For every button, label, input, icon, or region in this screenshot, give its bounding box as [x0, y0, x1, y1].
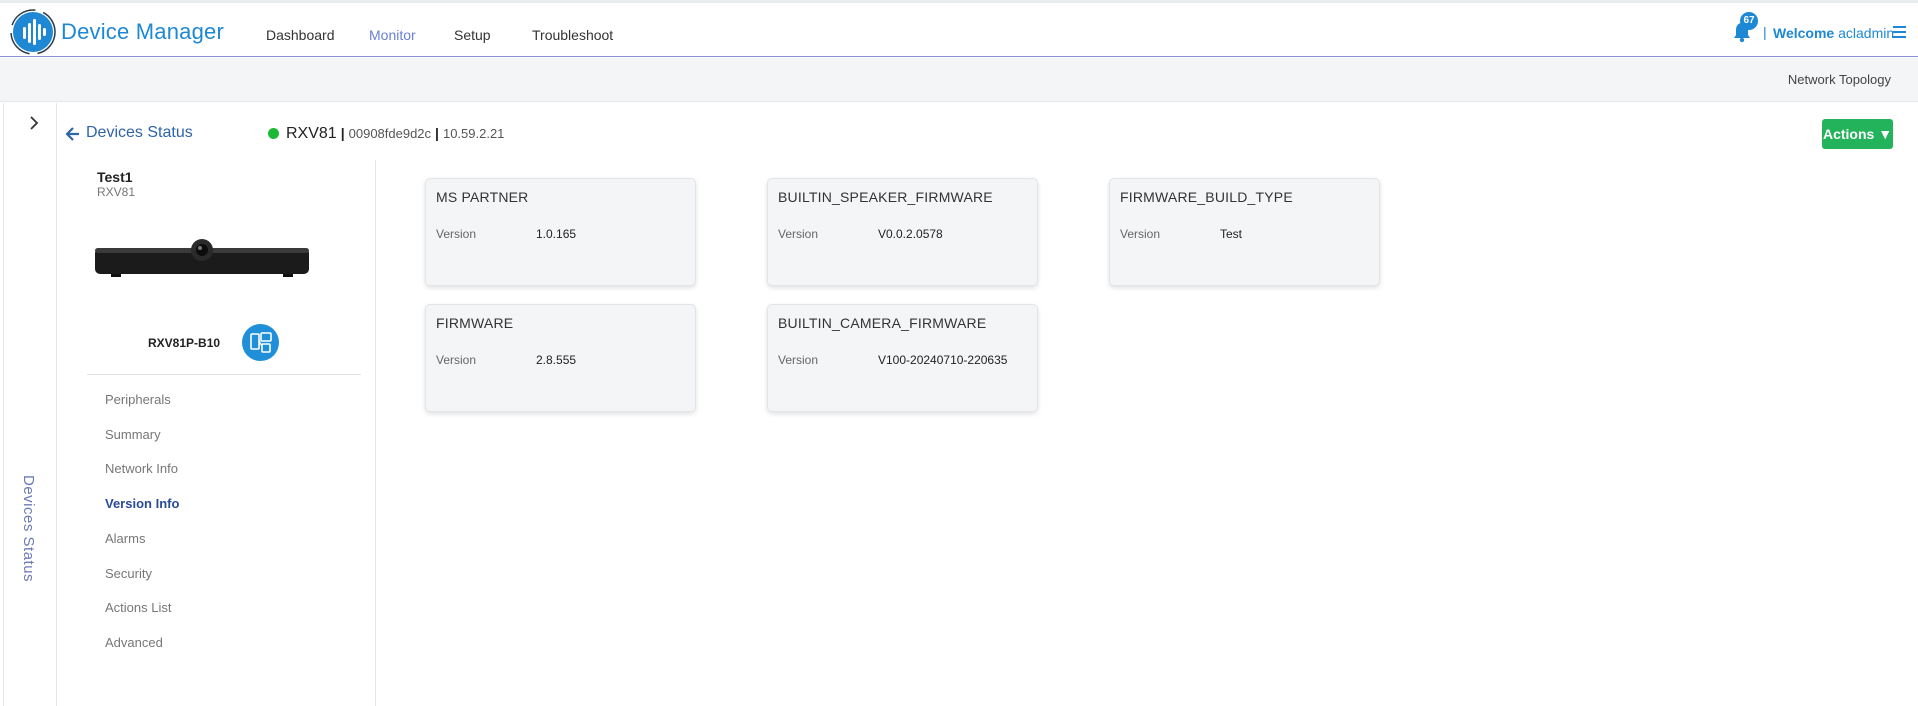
caret-down-icon: ▼ [1878, 126, 1893, 142]
nav-setup[interactable]: Setup [454, 27, 491, 43]
welcome-user-link[interactable]: Welcome acladmin [1773, 25, 1894, 41]
topology-icon [250, 332, 272, 353]
back-label: Devices Status [86, 124, 193, 141]
version-card-value: Test [1220, 227, 1243, 241]
nav-monitor[interactable]: Monitor [369, 27, 416, 43]
device-topology-button[interactable] [242, 324, 279, 361]
version-card-key: Version [436, 353, 477, 367]
device-soundbar-image [95, 239, 309, 277]
content-divider [375, 160, 376, 706]
hamburger-menu-icon[interactable] [1893, 26, 1906, 38]
app-title: Device Manager [61, 19, 224, 44]
notification-count-badge: 67 [1740, 12, 1758, 30]
version-card-builtin-speaker-firmware: BUILTIN_SPEAKER_FIRMWARE Version V0.0.2.… [767, 178, 1038, 286]
nav-troubleshoot[interactable]: Troubleshoot [532, 27, 613, 43]
device-sku: RXV81P-B10 [148, 336, 221, 350]
menu-advanced[interactable]: Advanced [105, 635, 163, 650]
menu-version-info[interactable]: Version Info [105, 496, 179, 511]
version-card-key: Version [436, 227, 477, 241]
menu-summary[interactable]: Summary [105, 427, 161, 442]
version-card-title: BUILTIN_CAMERA_FIRMWARE [778, 315, 987, 331]
version-card-firmware: FIRMWARE Version 2.8.555 [425, 304, 696, 412]
device-header-model: RXV81 [286, 125, 337, 142]
nav-dashboard[interactable]: Dashboard [266, 27, 335, 43]
device-model: RXV81 [97, 185, 136, 199]
device-header: RXV81 | 00908fde9d2c | 10.59.2.21 [286, 125, 505, 142]
chevron-right-icon[interactable] [27, 116, 41, 130]
version-card-title: FIRMWARE_BUILD_TYPE [1120, 189, 1293, 205]
version-card-value: V100-20240710-220635 [878, 353, 1008, 367]
menu-security[interactable]: Security [105, 566, 152, 581]
welcome-label: Welcome [1773, 25, 1835, 41]
menu-alarms[interactable]: Alarms [105, 531, 145, 546]
version-card-value: 1.0.165 [536, 227, 577, 241]
version-card-key: Version [1120, 227, 1161, 241]
version-card-builtin-camera-firmware: BUILTIN_CAMERA_FIRMWARE Version V100-202… [767, 304, 1038, 412]
version-card-ms-partner: MS PARTNER Version 1.0.165 [425, 178, 696, 286]
version-card-title: FIRMWARE [436, 315, 514, 331]
sub-toolbar: Network Topology [0, 58, 1918, 102]
device-header-ip: 10.59.2.21 [442, 126, 505, 141]
collapsed-side-rail: Devices Status [3, 103, 57, 706]
actions-label: Actions [1822, 126, 1875, 142]
device-name: Test1 [97, 169, 133, 185]
version-card-title: MS PARTNER [436, 189, 529, 205]
version-card-key: Version [778, 353, 819, 367]
menu-peripherals[interactable]: Peripherals [105, 392, 171, 407]
online-status-dot [268, 128, 279, 139]
panel-divider [87, 374, 361, 375]
version-card-title: BUILTIN_SPEAKER_FIRMWARE [778, 189, 993, 205]
menu-network-info[interactable]: Network Info [105, 461, 178, 476]
rail-devices-status-label[interactable]: Devices Status [20, 475, 37, 582]
header-separator: | [1763, 24, 1767, 40]
version-card-value: V0.0.2.0578 [878, 227, 943, 241]
menu-actions-list[interactable]: Actions List [105, 600, 171, 615]
arrow-left-icon [66, 127, 79, 141]
top-header: Device Manager Dashboard Monitor Setup T… [0, 3, 1918, 57]
version-card-key: Version [778, 227, 819, 241]
version-card-firmware-build-type: FIRMWARE_BUILD_TYPE Version Test [1109, 178, 1380, 286]
version-card-value: 2.8.555 [536, 353, 577, 367]
actions-dropdown-button[interactable]: Actions ▼ [1822, 119, 1893, 149]
device-header-mac: 00908fde9d2c [348, 126, 432, 141]
network-topology-link[interactable]: Network Topology [1788, 72, 1891, 87]
user-name: acladmin [1838, 25, 1895, 41]
app-logo-icon[interactable] [10, 9, 56, 55]
